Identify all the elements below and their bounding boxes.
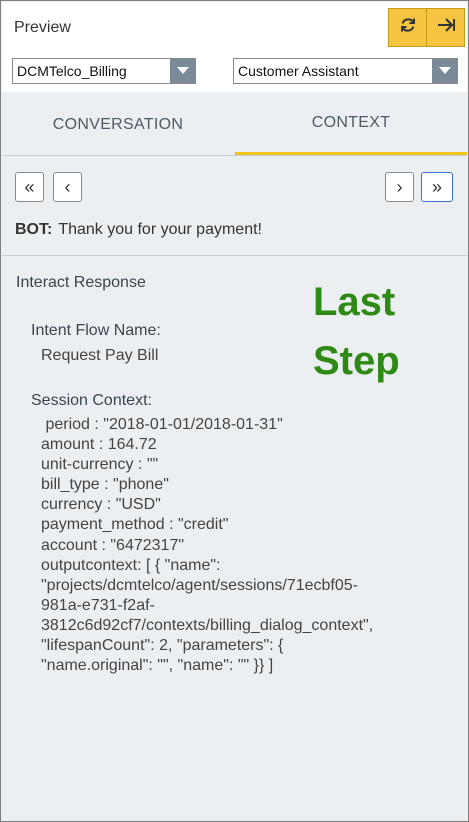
interact-response-title: Interact Response bbox=[16, 274, 146, 291]
context-line: period : "2018-01-01/2018-01-31" bbox=[41, 416, 283, 433]
first-step-button[interactable]: « bbox=[15, 172, 44, 202]
intent-flow-value: Request Pay Bill bbox=[41, 347, 159, 364]
previous-step-button[interactable]: ‹ bbox=[53, 172, 82, 202]
assistant-select-value: Customer Assistant bbox=[238, 63, 359, 79]
last-step-button[interactable]: » bbox=[421, 172, 453, 202]
assistant-select[interactable]: Customer Assistant bbox=[233, 58, 458, 84]
context-line: currency : "USD" bbox=[41, 496, 161, 514]
intent-flow-label: Intent Flow Name: bbox=[31, 322, 161, 339]
annotation-line-2: Step bbox=[313, 339, 400, 383]
panel-title: Preview bbox=[14, 19, 71, 36]
tab-divider bbox=[2, 155, 467, 156]
session-context-values: period : "2018-01-01/2018-01-31" amount … bbox=[41, 415, 421, 676]
context-line: outputcontext: [ { "name": bbox=[41, 556, 221, 574]
context-line: unit-currency : "" bbox=[41, 456, 159, 474]
context-line: "name.original": "", "name": "" }} ] bbox=[41, 657, 274, 675]
refresh-button[interactable] bbox=[388, 8, 427, 47]
context-line: "lifespanCount": 2, "parameters": { bbox=[41, 637, 284, 655]
context-line: bill_type : "phone" bbox=[41, 476, 169, 494]
context-line: 3812c6d92cf7/contexts/billing_dialog_con… bbox=[41, 616, 374, 634]
tab-bar: CONVERSATION CONTEXT bbox=[2, 93, 467, 156]
last-step-annotation: Last Step bbox=[313, 273, 400, 391]
section-divider bbox=[2, 255, 467, 256]
bot-message-text: Thank you for your payment! bbox=[58, 221, 262, 238]
chevron-down-icon bbox=[170, 59, 195, 83]
session-context-label: Session Context: bbox=[31, 392, 152, 409]
bot-label: BOT: bbox=[15, 221, 53, 238]
arrow-right-icon bbox=[436, 15, 456, 40]
preview-header: Preview DCMTelco_Billing Customer Assist… bbox=[2, 2, 467, 92]
bot-message: BOT: Thank you for your payment! bbox=[15, 221, 262, 239]
preview-panel: Preview DCMTelco_Billing Customer Assist… bbox=[0, 0, 469, 822]
context-line: amount : 164.72 bbox=[41, 436, 157, 454]
bot-select[interactable]: DCMTelco_Billing bbox=[12, 58, 196, 84]
context-line: "projects/dcmtelco/agent/sessions/71ecbf… bbox=[41, 576, 358, 594]
context-line: payment_method : "credit" bbox=[41, 516, 229, 534]
refresh-icon bbox=[398, 15, 418, 40]
bot-select-value: DCMTelco_Billing bbox=[17, 63, 127, 79]
forward-button[interactable] bbox=[426, 8, 465, 47]
context-line: 981a-e731-f2af- bbox=[41, 596, 155, 614]
chevron-down-icon bbox=[432, 59, 457, 83]
annotation-line-1: Last bbox=[313, 280, 396, 324]
context-line: account : "6472317" bbox=[41, 536, 185, 554]
next-step-button[interactable]: › bbox=[385, 172, 414, 202]
tab-context[interactable]: CONTEXT bbox=[235, 93, 467, 156]
tab-conversation[interactable]: CONVERSATION bbox=[2, 93, 234, 156]
